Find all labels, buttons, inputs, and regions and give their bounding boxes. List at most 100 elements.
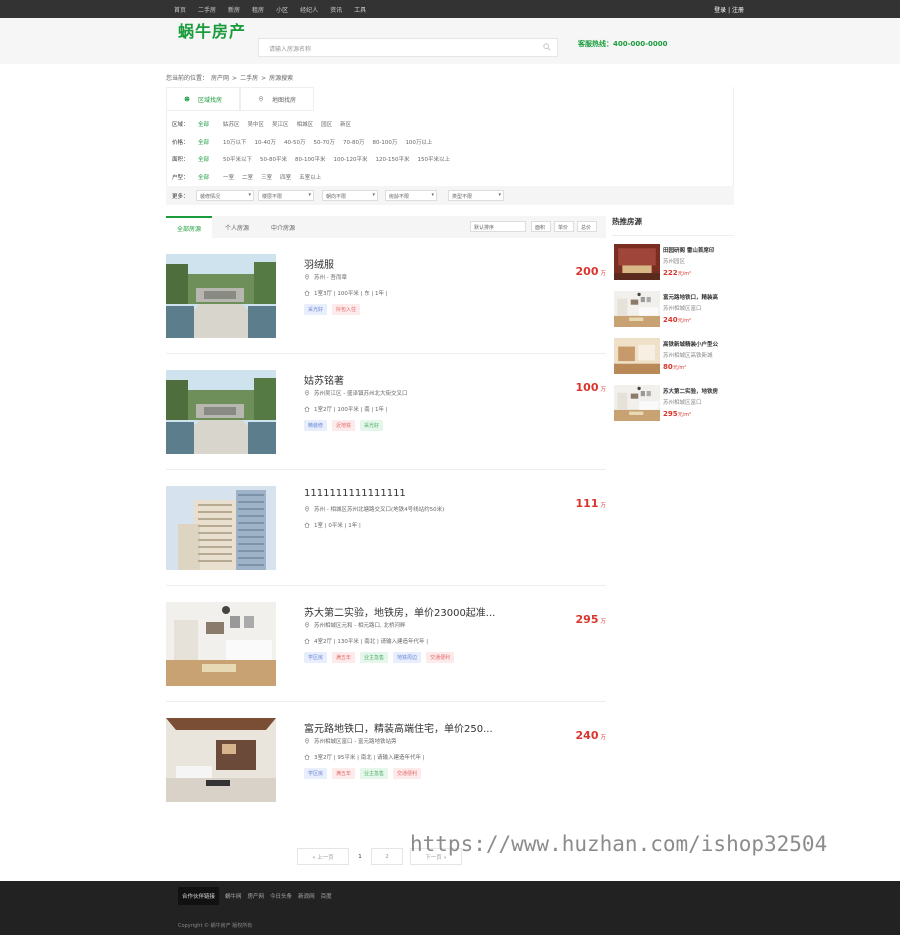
breadcrumb-item[interactable]: 房产网 bbox=[211, 75, 229, 82]
site-logo[interactable]: 蜗牛房产 bbox=[178, 18, 246, 42]
top-nav-item[interactable]: 工具 bbox=[354, 5, 366, 14]
select-decoration[interactable]: 装修情况 bbox=[196, 190, 254, 201]
breadcrumb-item[interactable]: > bbox=[232, 75, 237, 82]
filter-option[interactable]: 三室 bbox=[261, 173, 272, 181]
sort-area[interactable]: 面积 bbox=[531, 221, 551, 232]
listing-photo[interactable] bbox=[166, 486, 276, 570]
select-type[interactable]: 类型不限 bbox=[448, 190, 504, 201]
listing-info: 3室2厅 | 95平米 | 南北 | 请输入建造年代年 | bbox=[304, 753, 425, 761]
filter-option[interactable]: 40-50万 bbox=[284, 138, 305, 146]
top-nav-item[interactable]: 二手房 bbox=[198, 5, 216, 14]
hot-listing-item[interactable]: 高铁新城精装小户型公 苏州相城区高铁新城 80元/m² bbox=[612, 336, 734, 383]
sort-unit-price[interactable]: 单价 bbox=[554, 221, 574, 232]
filter-option[interactable]: 全部 bbox=[198, 155, 209, 163]
filter-option[interactable]: 相城区 bbox=[297, 120, 314, 128]
listing-title[interactable]: 苏大第二实验，地铁房，单价23000起准... bbox=[304, 604, 495, 619]
filter-option[interactable]: 100-120平米 bbox=[333, 155, 367, 163]
hot-listing-photo[interactable] bbox=[614, 338, 660, 374]
sort-total-price[interactable]: 总价 bbox=[577, 221, 597, 232]
listing-title[interactable]: 1111111111111111 bbox=[304, 488, 406, 499]
sort-default-select[interactable]: 默认排序 bbox=[470, 221, 526, 232]
login-register-link[interactable]: 登录 | 注册 bbox=[714, 5, 744, 14]
filter-option[interactable]: 全部 bbox=[198, 138, 209, 146]
filter-option[interactable]: 50-70万 bbox=[313, 138, 334, 146]
footer-link[interactable]: 房产网 bbox=[248, 892, 265, 900]
top-nav-item[interactable]: 小区 bbox=[276, 5, 288, 14]
filter-option[interactable]: 全部 bbox=[198, 173, 209, 181]
hot-listing-item[interactable]: 苏大第二实验，地铁房 苏州相城区富口 295元/m² bbox=[612, 383, 734, 430]
breadcrumb-item[interactable]: 房源搜索 bbox=[269, 75, 293, 82]
filter-option[interactable]: 100万以上 bbox=[405, 138, 432, 146]
top-nav-item[interactable]: 资讯 bbox=[330, 5, 342, 14]
filter-option[interactable]: 四室 bbox=[280, 173, 291, 181]
hot-listing-title[interactable]: 苏大第二实验，地铁房 bbox=[663, 387, 733, 395]
listing-item[interactable]: 苏大第二实验，地铁房，单价23000起准... 苏州相城区元和 - 相元路口, 北… bbox=[166, 586, 606, 702]
top-nav-item[interactable]: 租房 bbox=[252, 5, 264, 14]
top-nav-item[interactable]: 新房 bbox=[228, 5, 240, 14]
listing-photo[interactable] bbox=[166, 370, 276, 454]
listing-item[interactable]: 1111111111111111 苏州 - 相城区苏州北塘路交叉口(地铁4号线站约… bbox=[166, 470, 606, 586]
listing-item[interactable]: 姑苏铭著 苏州吴江区 - 盛泽镇苏州北大街交叉口 1室2厅 | 100平米 | 南 … bbox=[166, 354, 606, 470]
filter-option[interactable]: 50平米以下 bbox=[223, 155, 252, 163]
filter-option[interactable]: 新区 bbox=[340, 120, 351, 128]
tab-map-label: 地图找房 bbox=[271, 96, 296, 104]
tab-area-search[interactable]: 区域找房 bbox=[166, 87, 240, 111]
filter-option[interactable]: 150平米以上 bbox=[417, 155, 450, 163]
page-2-button[interactable]: 2 bbox=[371, 848, 403, 865]
breadcrumb-item[interactable]: 二手房 bbox=[240, 75, 258, 82]
filter-option[interactable]: 80-100平米 bbox=[295, 155, 325, 163]
filter-option[interactable]: 120-150平米 bbox=[375, 155, 409, 163]
hot-listing-title[interactable]: 高铁新城精装小户型公 bbox=[663, 340, 733, 348]
tab-personal-listings[interactable]: 个人房源 bbox=[214, 216, 260, 238]
hot-listing-item[interactable]: 田园研阁 雷山首席印 苏州园区 222元/m² bbox=[612, 242, 734, 289]
listing-photo[interactable] bbox=[166, 254, 276, 338]
prev-page-button[interactable]: « 上一页 bbox=[297, 848, 349, 865]
tab-map-search[interactable]: 地图找房 bbox=[240, 87, 314, 111]
select-floor[interactable]: 楼层不限 bbox=[258, 190, 314, 201]
filter-option[interactable]: 二室 bbox=[242, 173, 253, 181]
hot-listing-photo[interactable] bbox=[614, 291, 660, 327]
hot-listing-photo[interactable] bbox=[614, 244, 660, 280]
hot-listing-price-unit: 元/m² bbox=[677, 412, 692, 418]
listing-title[interactable]: 姑苏铭著 bbox=[304, 372, 344, 387]
listing-item[interactable]: 富元路地铁口，精装高端住宅，单价250... 苏州相城区富口 - 富元路地铁站旁 3… bbox=[166, 702, 606, 818]
filter-option[interactable]: 10万以下 bbox=[223, 138, 247, 146]
listing-item[interactable]: 羽绒服 苏州 - 吾而章 1室3厅 | 100平米 | 东 | 1年 | 采光好 拎包入… bbox=[166, 238, 606, 354]
filter-option[interactable]: 五室以上 bbox=[299, 173, 321, 181]
page-current[interactable]: 1 bbox=[353, 848, 367, 865]
footer-link[interactable]: 蜗牛网 bbox=[225, 892, 242, 900]
listing-title[interactable]: 富元路地铁口，精装高端住宅，单价250... bbox=[304, 720, 493, 735]
filter-option[interactable]: 姑苏区 bbox=[223, 120, 240, 128]
top-nav-item[interactable]: 首页 bbox=[174, 5, 186, 14]
filter-option[interactable]: 70-80万 bbox=[343, 138, 364, 146]
filter-option[interactable]: 吴江区 bbox=[272, 120, 289, 128]
breadcrumb-item[interactable]: > bbox=[261, 75, 266, 82]
filter-option[interactable]: 80-100万 bbox=[372, 138, 397, 146]
location-pin-icon bbox=[304, 506, 310, 512]
tab-all-listings[interactable]: 全部房源 bbox=[166, 216, 212, 238]
tab-agent-listings[interactable]: 中介房源 bbox=[260, 216, 306, 238]
footer-link[interactable]: 今日头条 bbox=[270, 892, 292, 900]
search-input[interactable]: 请输入房源名称 bbox=[258, 38, 558, 57]
select-orientation[interactable]: 朝向不限 bbox=[322, 190, 378, 201]
hot-listing-title[interactable]: 田园研阁 雷山首席印 bbox=[663, 246, 733, 254]
filter-option[interactable]: 50-80平米 bbox=[260, 155, 287, 163]
filter-option[interactable]: 吴中区 bbox=[248, 120, 265, 128]
listing-photo[interactable] bbox=[166, 602, 276, 686]
filter-option[interactable]: 全部 bbox=[198, 120, 209, 128]
footer-link[interactable]: 新浪网 bbox=[298, 892, 315, 900]
filter-option[interactable]: 一室 bbox=[223, 173, 234, 181]
listing-photo[interactable] bbox=[166, 718, 276, 802]
search-icon[interactable] bbox=[543, 43, 551, 51]
select-age[interactable]: 房龄不限 bbox=[385, 190, 437, 201]
breadcrumb-label: 您当前的位置： bbox=[166, 75, 209, 82]
top-nav-item[interactable]: 经纪人 bbox=[300, 5, 318, 14]
hot-listing-item[interactable]: 富元路地铁口，精装高 苏州相城区富口 240元/m² bbox=[612, 289, 734, 336]
filter-option[interactable]: 园区 bbox=[321, 120, 332, 128]
listing-tag: 满五年 bbox=[332, 768, 356, 779]
hot-listing-photo[interactable] bbox=[614, 385, 660, 421]
footer-link[interactable]: 百度 bbox=[321, 892, 332, 900]
listing-title[interactable]: 羽绒服 bbox=[304, 256, 334, 271]
hot-listing-title[interactable]: 富元路地铁口，精装高 bbox=[663, 293, 733, 301]
filter-option[interactable]: 10-40万 bbox=[255, 138, 276, 146]
